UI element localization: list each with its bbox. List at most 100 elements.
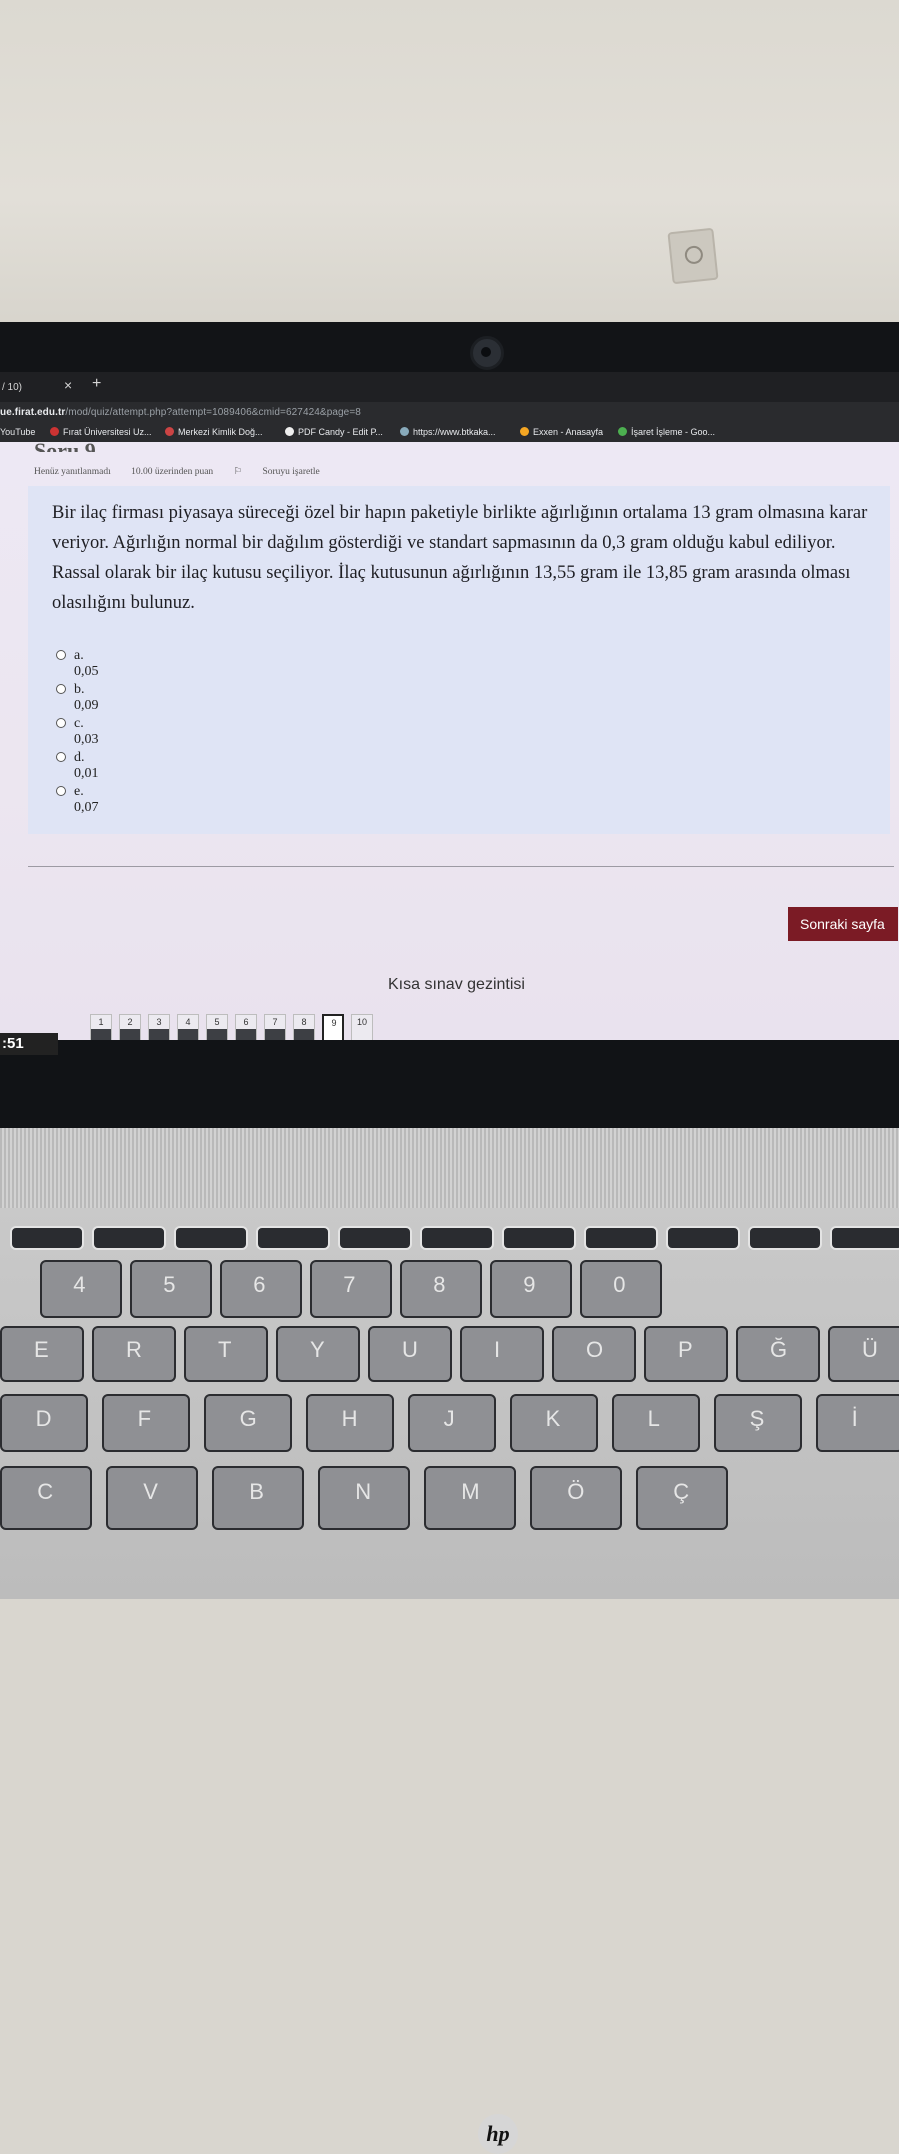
keyboard-key: 7 [310, 1260, 392, 1318]
quiz-navigation-title: Kısa sınav gezintisi [388, 976, 525, 993]
bookmark-item[interactable]: PDF Candy - Edit P... [285, 427, 383, 437]
keyboard-key: 4 [40, 1260, 122, 1318]
function-key [10, 1226, 84, 1250]
keyboard-key: L [612, 1394, 700, 1452]
keyboard-key: T [184, 1326, 268, 1382]
key-label: L [647, 1405, 660, 1431]
bookmark-icon [400, 427, 409, 436]
bookmarks-bar: YouTube Fırat Üniversitesi Uz... Merkezi K… [0, 424, 899, 442]
keyboard-key: U [368, 1326, 452, 1382]
radio-button[interactable] [56, 786, 66, 796]
keyboard-key: Ü [828, 1326, 899, 1382]
radio-button[interactable] [56, 684, 66, 694]
quiz-nav-number: 1 [98, 1017, 104, 1027]
keyboard-key: P [644, 1326, 728, 1382]
key-label: H [341, 1405, 358, 1431]
keyboard-key: Y [276, 1326, 360, 1382]
flag-question-link[interactable]: ⚐ Soruyu işaretle [234, 467, 338, 477]
quiz-nav-button[interactable]: 8 [293, 1014, 315, 1042]
bookmark-icon [285, 427, 294, 436]
new-tab-icon[interactable]: + [92, 375, 101, 393]
keyboard-key: H [306, 1394, 394, 1452]
key-label: Ö [567, 1478, 585, 1504]
function-key [256, 1226, 330, 1250]
answer-option-label: e. 0,07 [74, 784, 99, 815]
keyboard-key: I [460, 1326, 544, 1382]
key-label: Y [310, 1337, 325, 1363]
quiz-nav-number: 5 [214, 1017, 220, 1027]
quiz-nav-number: 9 [331, 1018, 337, 1028]
bookmark-item[interactable]: İşaret İşleme - Goo... [618, 427, 715, 437]
quiz-nav-number: 7 [272, 1017, 278, 1027]
quiz-timer: :51 [0, 1033, 58, 1055]
quiz-nav-button[interactable]: 7 [264, 1014, 286, 1042]
key-label: V [143, 1478, 158, 1504]
key-label: K [545, 1405, 561, 1431]
keyboard-key: Ç [636, 1466, 728, 1530]
quiz-nav-button[interactable]: 5 [206, 1014, 228, 1042]
key-label: J [443, 1405, 455, 1431]
keyboard-key: Ö [530, 1466, 622, 1530]
keyboard-key: C [0, 1466, 92, 1530]
key-label: I [494, 1337, 501, 1363]
bookmark-label: YouTube [0, 427, 36, 437]
quiz-nav-button[interactable]: 2 [119, 1014, 141, 1042]
key-label: M [461, 1478, 480, 1504]
quiz-nav-button[interactable]: 10 [351, 1014, 373, 1042]
keyboard-key: O [552, 1326, 636, 1382]
keyboard-key: Ş [714, 1394, 802, 1452]
laptop-top-bezel [0, 322, 899, 372]
tab-title[interactable]: / 10) [2, 382, 22, 393]
key-label: N [355, 1478, 372, 1504]
quiz-nav-button[interactable]: 6 [235, 1014, 257, 1042]
keyboard-key: G [204, 1394, 292, 1452]
quiz-nav-button[interactable]: 4 [177, 1014, 199, 1042]
radio-button[interactable] [56, 752, 66, 762]
quiz-nav-number: 2 [127, 1017, 133, 1027]
bookmark-item[interactable]: https://www.btkaka... [400, 427, 496, 437]
function-key [666, 1226, 740, 1250]
radio-button[interactable] [56, 718, 66, 728]
quiz-nav-number: 3 [156, 1017, 162, 1027]
keyboard-key: J [408, 1394, 496, 1452]
quiz-nav-number: 10 [356, 1017, 367, 1027]
bookmark-item[interactable]: Exxen - Anasayfa [520, 427, 603, 437]
webcam [470, 336, 504, 370]
bookmark-item[interactable]: Fırat Üniversitesi Uz... [50, 427, 152, 437]
tab-close-icon[interactable]: × [64, 377, 72, 393]
key-label: C [37, 1478, 54, 1504]
bookmark-item[interactable]: YouTube [0, 427, 35, 437]
address-bar[interactable]: ue.firat.edu.tr/mod/quiz/attempt.php?att… [0, 402, 899, 424]
bookmark-item[interactable]: Merkezi Kimlik Doğ... [165, 427, 263, 437]
quiz-nav-button[interactable]: 1 [90, 1014, 112, 1042]
quiz-nav-button[interactable]: 3 [148, 1014, 170, 1042]
function-key [748, 1226, 822, 1250]
bookmark-label: PDF Candy - Edit P... [298, 427, 383, 437]
answer-option-label: a. 0,05 [74, 648, 99, 679]
bookmark-label: https://www.btkaka... [413, 427, 496, 437]
key-label: O [586, 1337, 604, 1363]
key-label: 5 [163, 1271, 176, 1297]
key-label: B [249, 1478, 264, 1504]
quiz-nav-button[interactable]: 9 [322, 1014, 344, 1042]
function-key [92, 1226, 166, 1250]
function-key [502, 1226, 576, 1250]
key-label: 6 [253, 1271, 266, 1297]
url-text[interactable]: ue.firat.edu.tr/mod/quiz/attempt.php?att… [0, 407, 361, 418]
divider [28, 866, 894, 867]
key-label: 7 [343, 1271, 356, 1297]
bookmark-label: Merkezi Kimlik Doğ... [178, 427, 263, 437]
bookmark-icon [520, 427, 529, 436]
question-box: Bir ilaç firması piyasaya süreceği özel … [28, 486, 890, 834]
key-label: Ü [862, 1337, 878, 1363]
quiz-nav-number: 4 [185, 1017, 191, 1027]
key-label: D [35, 1405, 52, 1431]
radio-button[interactable] [56, 650, 66, 660]
next-page-button[interactable]: Sonraki sayfa [788, 907, 898, 941]
browser-tab-bar: / 10) × + [0, 372, 899, 402]
function-key [338, 1226, 412, 1250]
key-label: G [239, 1405, 257, 1431]
keyboard-key: 5 [130, 1260, 212, 1318]
keyboard-key: 8 [400, 1260, 482, 1318]
key-label: İ [851, 1405, 858, 1431]
